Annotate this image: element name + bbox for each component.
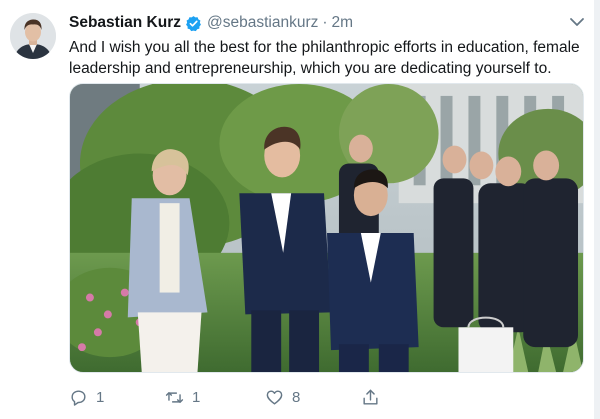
tweet-text: And I wish you all the best for the phil… bbox=[69, 39, 580, 77]
share-icon bbox=[361, 388, 380, 407]
retweet-count: 1 bbox=[192, 389, 201, 406]
verified-badge-icon bbox=[185, 15, 202, 32]
tweet-header: Sebastian Kurz @sebastiankurz · 2m bbox=[69, 12, 353, 34]
separator-dot: · bbox=[322, 14, 328, 31]
display-name[interactable]: Sebastian Kurz bbox=[69, 14, 181, 32]
timestamp[interactable]: 2m bbox=[332, 14, 354, 32]
tweet-actions: 1 1 8 bbox=[69, 388, 449, 410]
heart-icon bbox=[265, 388, 284, 407]
tweet-photo[interactable] bbox=[69, 83, 584, 373]
like-count: 8 bbox=[292, 389, 301, 406]
reply-count: 1 bbox=[96, 389, 105, 406]
retweet-button[interactable]: 1 bbox=[165, 388, 200, 407]
like-button[interactable]: 8 bbox=[265, 388, 300, 407]
retweet-icon bbox=[165, 388, 184, 407]
scroll-edge bbox=[594, 0, 600, 419]
chevron-down-icon[interactable] bbox=[569, 16, 585, 28]
share-button[interactable] bbox=[361, 388, 380, 407]
user-handle[interactable]: @sebastiankurz bbox=[207, 14, 318, 32]
reply-button[interactable]: 1 bbox=[69, 388, 104, 407]
avatar[interactable] bbox=[10, 13, 56, 59]
tweet-card[interactable]: Sebastian Kurz @sebastiankurz · 2m And I… bbox=[0, 0, 600, 419]
reply-icon bbox=[69, 388, 88, 407]
